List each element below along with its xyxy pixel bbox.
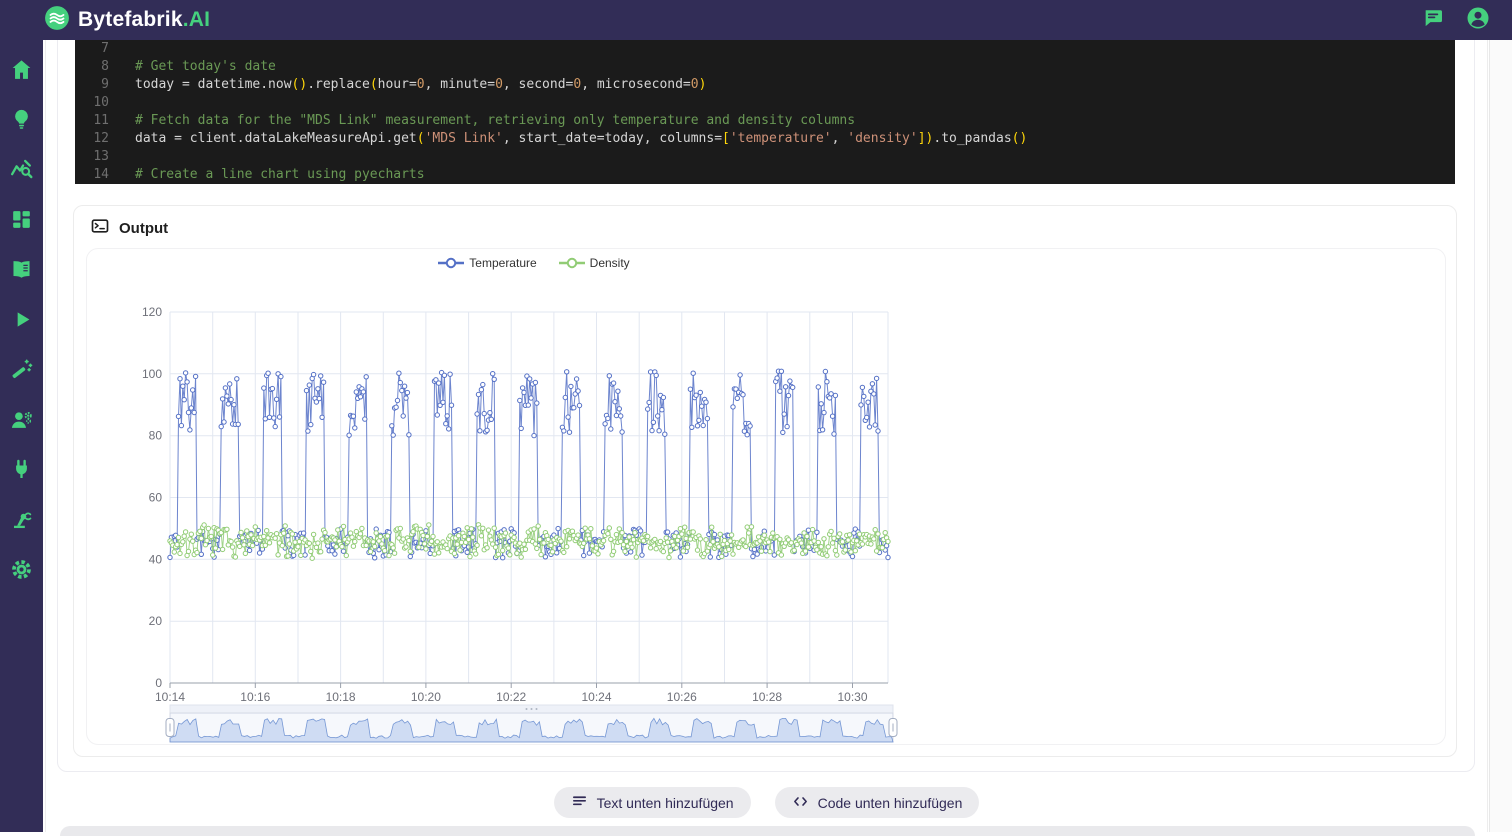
- svg-text:10:16: 10:16: [240, 690, 270, 704]
- book-icon: [9, 257, 34, 282]
- magic-wand-icon: [9, 357, 34, 382]
- output-header: Output: [90, 216, 168, 241]
- sidebar-item-user-gear[interactable]: [9, 406, 35, 432]
- slider-handle-right[interactable]: [889, 719, 897, 737]
- sidebar-item-play[interactable]: [9, 306, 35, 332]
- x-axis: 10:14 10:16 10:18 10:20 10:22 10:24 10:26 10:28…: [155, 683, 888, 704]
- topbar: Bytefabrik.AI: [0, 0, 1512, 40]
- brand[interactable]: Bytefabrik.AI: [44, 5, 210, 36]
- code-line-11[interactable]: 11# Fetch data for the "MDS Link" measur…: [75, 112, 1455, 130]
- bytefabrik-logo-icon: [44, 5, 70, 36]
- y-axis: 0 20 40 60 80 100 120: [142, 305, 162, 690]
- play-icon: [9, 307, 34, 332]
- brand-name: Bytefabrik.AI: [78, 8, 210, 32]
- user-gear-icon: [9, 407, 34, 432]
- svg-text:40: 40: [149, 552, 163, 566]
- robot-arm-icon: [9, 507, 34, 532]
- scrollbar-track[interactable]: [1489, 40, 1512, 832]
- svg-text:0: 0: [155, 676, 162, 690]
- svg-text:60: 60: [149, 491, 163, 505]
- code-line-13[interactable]: 13: [75, 148, 1455, 166]
- code-text: [119, 148, 135, 166]
- slider-handle-left[interactable]: [166, 719, 174, 737]
- gridlines: [170, 312, 888, 683]
- svg-text:10:26: 10:26: [667, 690, 697, 704]
- code-editor[interactable]: 78# Get today's date9today = datetime.no…: [75, 40, 1455, 184]
- plug-icon: [9, 457, 34, 482]
- output-chart[interactable]: 10:14 10:16 10:18 10:20 10:22 10:24 10:26 10:28…: [88, 250, 980, 746]
- svg-text:10:18: 10:18: [326, 690, 356, 704]
- svg-text:10:20: 10:20: [411, 690, 441, 704]
- code-text: # Create a line chart using pyecharts: [119, 166, 425, 184]
- code-line-8[interactable]: 8# Get today's date: [75, 58, 1455, 76]
- svg-text:10:22: 10:22: [496, 690, 526, 704]
- svg-text:120: 120: [142, 305, 162, 319]
- sidebar-item-gear[interactable]: [9, 556, 35, 582]
- sidebar-item-lightbulb[interactable]: [9, 106, 35, 132]
- sidebar-item-home[interactable]: [9, 56, 35, 82]
- sidebar-item-dashboard[interactable]: [9, 206, 35, 232]
- code-text: [119, 40, 135, 58]
- code-text: today = datetime.now().replace(hour=0, m…: [119, 76, 706, 94]
- sidebar-item-robot-arm[interactable]: [9, 506, 35, 532]
- line-number: 11: [75, 112, 119, 130]
- datazoom-slider[interactable]: [166, 705, 897, 742]
- code-text: data = client.dataLakeMeasureApi.get('MD…: [119, 130, 1027, 148]
- svg-text:10:24: 10:24: [581, 690, 611, 704]
- terminal-icon: [90, 216, 110, 241]
- code-text: # Fetch data for the "MDS Link" measurem…: [119, 112, 855, 130]
- home-icon: [9, 57, 34, 82]
- line-number: 12: [75, 130, 119, 148]
- line-number: 8: [75, 58, 119, 76]
- density-series: [168, 523, 890, 561]
- sidebar: [0, 40, 43, 832]
- line-number: 7: [75, 40, 119, 58]
- svg-text:10:28: 10:28: [752, 690, 782, 704]
- account-icon[interactable]: [1466, 6, 1490, 35]
- code-line-9[interactable]: 9today = datetime.now().replace(hour=0, …: [75, 76, 1455, 94]
- lightbulb-icon: [9, 107, 34, 132]
- sidebar-item-book[interactable]: [9, 256, 35, 282]
- sidebar-item-magic-wand[interactable]: [9, 356, 35, 382]
- line-number: 10: [75, 94, 119, 112]
- code-brackets-icon: [792, 793, 809, 813]
- cell-actions: Text unten hinzufügen Code unten hinzufü…: [45, 787, 1488, 818]
- sidebar-item-chart-search[interactable]: [9, 156, 35, 182]
- output-title: Output: [119, 220, 168, 237]
- chart-search-icon: [9, 157, 34, 182]
- code-text: # Get today's date: [119, 58, 276, 76]
- chat-icon[interactable]: [1422, 7, 1444, 34]
- line-number: 14: [75, 166, 119, 184]
- add-code-below-button[interactable]: Code unten hinzufügen: [775, 787, 980, 818]
- code-line-7[interactable]: 7: [75, 40, 1455, 58]
- gear-icon: [9, 557, 34, 582]
- sidebar-item-plug[interactable]: [9, 456, 35, 482]
- svg-text:10:14: 10:14: [155, 690, 185, 704]
- next-cell-top-edge[interactable]: [60, 826, 1475, 836]
- code-line-14[interactable]: 14# Create a line chart using pyecharts: [75, 166, 1455, 184]
- code-line-10[interactable]: 10: [75, 94, 1455, 112]
- text-lines-icon: [571, 793, 588, 813]
- code-line-12[interactable]: 12data = client.dataLakeMeasureApi.get('…: [75, 130, 1455, 148]
- line-number: 13: [75, 148, 119, 166]
- dashboard-icon: [9, 207, 34, 232]
- svg-text:20: 20: [149, 614, 163, 628]
- svg-text:10:30: 10:30: [837, 690, 867, 704]
- code-text: [119, 94, 135, 112]
- add-text-below-button[interactable]: Text unten hinzufügen: [554, 787, 751, 818]
- svg-text:100: 100: [142, 367, 162, 381]
- line-number: 9: [75, 76, 119, 94]
- svg-text:80: 80: [149, 429, 163, 443]
